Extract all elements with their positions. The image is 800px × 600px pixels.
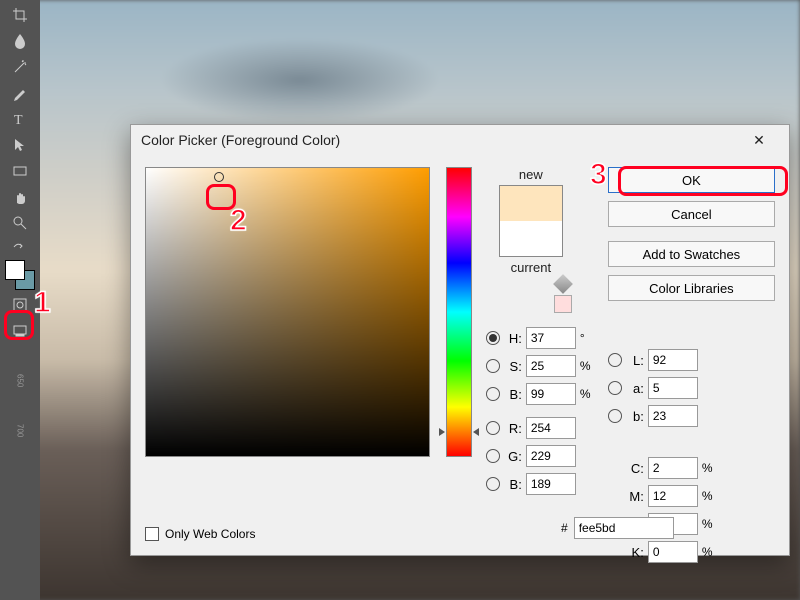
hue-indicator[interactable] (439, 428, 479, 436)
foreground-color-swatch[interactable] (5, 260, 25, 280)
vertical-ruler: 650 700 (11, 356, 29, 456)
b-rgb-radio[interactable] (486, 477, 500, 491)
h-label: H: (504, 331, 522, 346)
color-swatches[interactable] (5, 260, 35, 290)
r-radio[interactable] (486, 421, 500, 435)
dialog-title: Color Picker (Foreground Color) (141, 132, 340, 148)
b-rgb-input[interactable] (526, 473, 576, 495)
c-input[interactable] (648, 457, 698, 479)
dialog-titlebar: Color Picker (Foreground Color) ✕ (131, 125, 789, 155)
hue-slider[interactable] (446, 167, 472, 457)
color-picker-dialog: Color Picker (Foreground Color) ✕ new cu… (130, 124, 790, 556)
new-label: new (519, 167, 543, 182)
type-tool-icon[interactable]: T (7, 108, 33, 130)
screen-mode-icon[interactable] (7, 320, 33, 342)
b-hsb-label: B: (504, 387, 522, 402)
saturation-brightness-field[interactable] (145, 167, 430, 457)
color-libraries-button[interactable]: Color Libraries (608, 275, 775, 301)
current-label: current (511, 260, 551, 275)
pen-tool-icon[interactable] (7, 82, 33, 104)
s-radio[interactable] (486, 359, 500, 373)
m-label: M: (626, 489, 644, 504)
k-input[interactable] (648, 541, 698, 563)
hex-input[interactable] (574, 517, 674, 539)
l-label: L: (626, 353, 644, 368)
b-rgb-label: B: (504, 477, 522, 492)
new-color-preview (500, 186, 562, 221)
hex-prefix: # (561, 521, 568, 535)
l-input[interactable] (648, 349, 698, 371)
s-unit: % (580, 359, 594, 373)
m-input[interactable] (648, 485, 698, 507)
close-icon[interactable]: ✕ (739, 126, 779, 154)
color-marker[interactable] (214, 172, 224, 182)
current-color-preview[interactable] (500, 221, 562, 256)
b-hsb-input[interactable] (526, 383, 576, 405)
s-input[interactable] (526, 355, 576, 377)
rectangle-tool-icon[interactable] (7, 160, 33, 182)
h-radio[interactable] (486, 331, 500, 345)
g-label: G: (504, 449, 522, 464)
b-lab-label: b: (626, 409, 644, 424)
b-lab-input[interactable] (648, 405, 698, 427)
magic-wand-icon[interactable] (7, 56, 33, 78)
a-input[interactable] (648, 377, 698, 399)
b-hsb-radio[interactable] (486, 387, 500, 401)
r-input[interactable] (526, 417, 576, 439)
h-input[interactable] (526, 327, 576, 349)
l-radio[interactable] (608, 353, 622, 367)
quick-mask-icon[interactable] (7, 294, 33, 316)
crop-tool-icon[interactable] (7, 4, 33, 26)
swap-colors-icon[interactable] (7, 238, 33, 252)
g-input[interactable] (526, 445, 576, 467)
gamut-warning-icon[interactable] (553, 274, 573, 294)
ruler-mark: 650 (11, 356, 29, 406)
ok-button[interactable]: OK (608, 167, 775, 193)
only-web-colors-checkbox[interactable] (145, 527, 159, 541)
s-label: S: (504, 359, 522, 374)
tools-panel: T 650 700 (0, 0, 40, 600)
add-to-swatches-button[interactable]: Add to Swatches (608, 241, 775, 267)
k-label: K: (626, 545, 644, 560)
c-label: C: (626, 461, 644, 476)
zoom-tool-icon[interactable] (7, 212, 33, 234)
svg-text:T: T (14, 113, 23, 127)
h-unit: ° (580, 331, 594, 345)
cancel-button[interactable]: Cancel (608, 201, 775, 227)
path-select-icon[interactable] (7, 134, 33, 156)
color-preview (499, 185, 563, 257)
closest-web-swatch[interactable] (554, 295, 572, 313)
a-label: a: (626, 381, 644, 396)
hand-tool-icon[interactable] (7, 186, 33, 208)
r-label: R: (504, 421, 522, 436)
b-hsb-unit: % (580, 387, 594, 401)
ruler-mark: 700 (11, 406, 29, 456)
blur-tool-icon[interactable] (7, 30, 33, 52)
b-lab-radio[interactable] (608, 409, 622, 423)
a-radio[interactable] (608, 381, 622, 395)
only-web-colors-label: Only Web Colors (165, 527, 255, 541)
g-radio[interactable] (486, 449, 500, 463)
